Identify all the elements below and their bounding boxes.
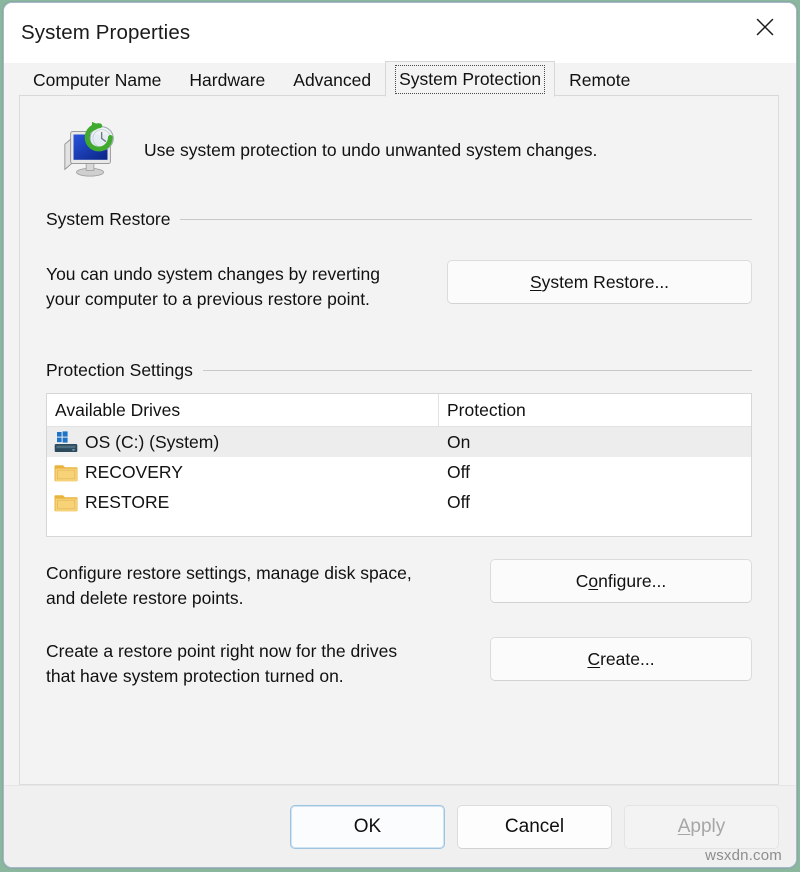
dialog-footer: OK Cancel Apply wsxdn.com [4,785,796,867]
tab-remote[interactable]: Remote [555,65,644,96]
accelerator-letter: C [587,649,600,670]
drive-cell: RECOVERY [47,461,439,483]
group-divider [180,219,752,220]
intro-row: Use system protection to undo unwanted s… [46,113,752,187]
drive-label: RESTORE [85,492,169,513]
configure-row: Configure restore settings, manage disk … [46,559,752,611]
table-header-row: Available Drives Protection [47,394,751,427]
protection-settings-group-header: Protection Settings [46,360,752,381]
create-description: Create a restore point right now for the… [46,637,397,689]
create-button[interactable]: Create... [490,637,752,681]
system-restore-row: You can undo system changes by reverting… [46,260,752,312]
accelerator-letter: A [678,816,691,838]
windows-drive-icon [54,431,78,453]
table-row[interactable]: OS (C:) (System) On [47,427,751,457]
button-label: reate... [600,649,654,670]
close-icon[interactable] [734,3,796,51]
system-restore-group-header: System Restore [46,209,752,230]
table-row[interactable]: RECOVERY Off [47,457,751,487]
tab-computer-name[interactable]: Computer Name [19,65,175,96]
description-line: that have system protection turned on. [46,666,344,686]
drive-label: RECOVERY [85,462,183,483]
system-protection-icon [60,119,122,181]
drive-label: OS (C:) (System) [85,432,219,453]
accelerator-letter: o [588,571,598,592]
intro-description: Use system protection to undo unwanted s… [144,140,597,161]
configure-button[interactable]: Configure... [490,559,752,603]
protection-cell: On [439,432,751,453]
title-bar: System Properties [4,3,796,63]
tab-advanced[interactable]: Advanced [279,65,385,96]
tab-label: System Protection [399,69,541,90]
folder-drive-icon [54,461,78,483]
system-restore-group-title: System Restore [46,209,180,230]
cancel-button[interactable]: Cancel [457,805,612,849]
accelerator-letter: S [530,272,542,293]
description-line: your computer to a previous restore poin… [46,289,370,309]
configure-description: Configure restore settings, manage disk … [46,559,412,611]
button-label: nfigure... [598,571,666,592]
description-line: and delete restore points. [46,588,244,608]
create-row: Create a restore point right now for the… [46,637,752,689]
system-protection-panel: Use system protection to undo unwanted s… [19,96,779,785]
ok-button[interactable]: OK [290,805,445,849]
system-properties-dialog: System Properties Computer Name Hardware… [3,2,797,868]
watermark: wsxdn.com [705,847,782,864]
tab-label: Advanced [293,70,371,91]
column-header-protection[interactable]: Protection [439,394,751,426]
tab-label: Hardware [189,70,265,91]
apply-button[interactable]: Apply [624,805,779,849]
group-divider [203,370,752,371]
folder-drive-icon [54,491,78,513]
drive-cell: RESTORE [47,491,439,513]
description-line: You can undo system changes by reverting [46,264,380,284]
button-label: ystem Restore... [542,272,669,293]
tab-hardware[interactable]: Hardware [175,65,279,96]
protection-cell: Off [439,462,751,483]
system-restore-description: You can undo system changes by reverting… [46,260,380,312]
column-header-available-drives[interactable]: Available Drives [47,394,439,426]
protection-settings-group-title: Protection Settings [46,360,203,381]
button-label: pply [690,816,725,838]
tab-strip: Computer Name Hardware Advanced System P… [4,63,796,96]
window-title: System Properties [21,21,190,45]
description-line: Create a restore point right now for the… [46,641,397,661]
tab-label: Computer Name [33,70,161,91]
tab-label: Remote [569,70,630,91]
protection-cell: Off [439,492,751,513]
button-label: C [576,571,589,592]
drive-cell: OS (C:) (System) [47,431,439,453]
table-row[interactable]: RESTORE Off [47,487,751,517]
description-line: Configure restore settings, manage disk … [46,563,412,583]
available-drives-table[interactable]: Available Drives Protection OS (C:) (Sys… [46,393,752,537]
tab-system-protection[interactable]: System Protection [385,61,555,97]
system-restore-button[interactable]: System Restore... [447,260,752,304]
